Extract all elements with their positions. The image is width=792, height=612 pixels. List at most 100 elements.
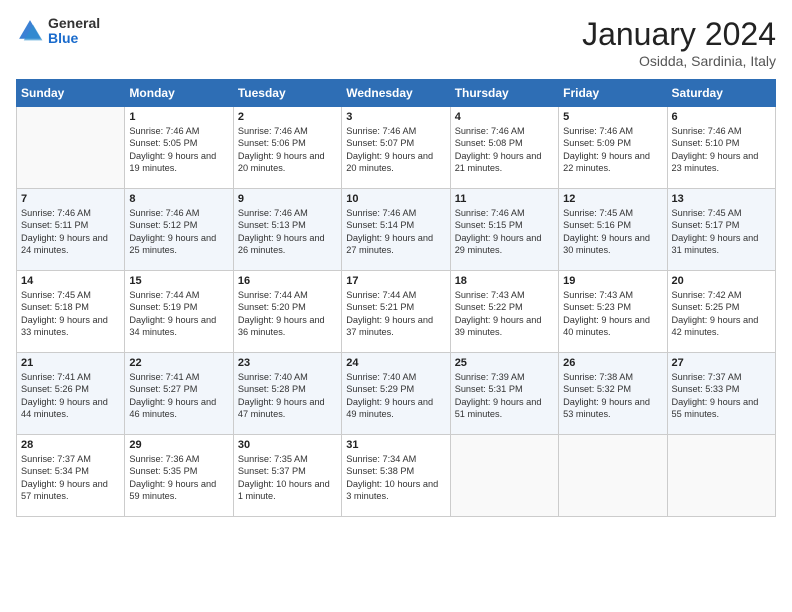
location-title: Osidda, Sardinia, Italy [582, 53, 776, 69]
day-number: 12 [563, 193, 662, 205]
day-info: Sunrise: 7:45 AMSunset: 5:18 PMDaylight:… [21, 289, 120, 339]
calendar-cell: 10Sunrise: 7:46 AMSunset: 5:14 PMDayligh… [342, 189, 450, 271]
calendar-cell: 22 Sunrise: 7:41 AMSunset: 5:27 PMDayligh… [125, 353, 233, 435]
weekday-header: Wednesday [342, 80, 450, 107]
calendar-cell [450, 435, 558, 517]
calendar-cell: 31Sunrise: 7:34 AMSunset: 5:38 PMDayligh… [342, 435, 450, 517]
day-info: Sunrise: 7:46 AMSunset: 5:10 PMDaylight:… [672, 125, 771, 175]
day-info: Sunrise: 7:42 AMSunset: 5:25 PMDaylight:… [672, 289, 771, 339]
calendar-cell [667, 435, 775, 517]
day-info: Sunrise: 7:44 AMSunset: 5:20 PMDaylight:… [238, 289, 337, 339]
day-info: Sunrise: 7:38 AMSunset: 5:32 PMDaylight:… [563, 371, 662, 421]
day-info: Sunrise: 7:37 AMSunset: 5:33 PMDaylight:… [672, 371, 771, 421]
calendar-week-row: 21Sunrise: 7:41 AMSunset: 5:26 PMDayligh… [17, 353, 776, 435]
logo: General Blue [16, 16, 100, 47]
calendar-cell [17, 107, 125, 189]
day-number: 4 [455, 111, 554, 123]
calendar-cell: 24Sunrise: 7:40 AMSunset: 5:29 PMDayligh… [342, 353, 450, 435]
calendar-cell: 4Sunrise: 7:46 AMSunset: 5:08 PMDaylight… [450, 107, 558, 189]
weekday-header: Thursday [450, 80, 558, 107]
calendar-cell: 30Sunrise: 7:35 AMSunset: 5:37 PMDayligh… [233, 435, 341, 517]
day-info: Sunrise: 7:44 AMSunset: 5:21 PMDaylight:… [346, 289, 445, 339]
calendar-cell: 14 Sunrise: 7:45 AMSunset: 5:18 PMDayligh… [17, 271, 125, 353]
day-number: 18 [455, 275, 554, 287]
day-info: Sunrise: 7:46 AMSunset: 5:06 PMDaylight:… [238, 125, 337, 175]
weekday-header: Saturday [667, 80, 775, 107]
day-info: Sunrise: 7:45 AMSunset: 5:16 PMDaylight:… [563, 207, 662, 257]
day-number: 17 [346, 275, 445, 287]
day-info: Sunrise: 7:46 AMSunset: 5:09 PMDaylight:… [563, 125, 662, 175]
calendar-cell: 9 Sunrise: 7:46 AMSunset: 5:13 PMDaylight… [233, 189, 341, 271]
logo-icon [16, 17, 44, 45]
calendar-cell: 19 Sunrise: 7:43 AMSunset: 5:23 PMDayligh… [559, 271, 667, 353]
day-info: Sunrise: 7:45 AMSunset: 5:17 PMDaylight:… [672, 207, 771, 257]
day-number: 3 [346, 111, 445, 123]
day-number: 27 [672, 357, 771, 369]
calendar-cell: 27 Sunrise: 7:37 AMSunset: 5:33 PMDayligh… [667, 353, 775, 435]
day-number: 5 [563, 111, 662, 123]
title-block: January 2024 Osidda, Sardinia, Italy [582, 16, 776, 69]
day-info: Sunrise: 7:46 AMSunset: 5:05 PMDaylight:… [129, 125, 228, 175]
day-number: 1 [129, 111, 228, 123]
calendar-week-row: 1 Sunrise: 7:46 AMSunset: 5:05 PMDaylight… [17, 107, 776, 189]
calendar-cell: 29 Sunrise: 7:36 AMSunset: 5:35 PMDayligh… [125, 435, 233, 517]
day-number: 14 [21, 275, 120, 287]
calendar-week-row: 28 Sunrise: 7:37 AMSunset: 5:34 PMDayligh… [17, 435, 776, 517]
day-info: Sunrise: 7:37 AMSunset: 5:34 PMDaylight:… [21, 453, 120, 503]
day-info: Sunrise: 7:36 AMSunset: 5:35 PMDaylight:… [129, 453, 228, 503]
calendar-cell: 2 Sunrise: 7:46 AMSunset: 5:06 PMDaylight… [233, 107, 341, 189]
day-number: 22 [129, 357, 228, 369]
day-info: Sunrise: 7:46 AMSunset: 5:07 PMDaylight:… [346, 125, 445, 175]
day-number: 28 [21, 439, 120, 451]
day-number: 15 [129, 275, 228, 287]
day-number: 29 [129, 439, 228, 451]
weekday-header: Monday [125, 80, 233, 107]
day-number: 16 [238, 275, 337, 287]
calendar-cell: 17 Sunrise: 7:44 AMSunset: 5:21 PMDayligh… [342, 271, 450, 353]
weekday-header: Friday [559, 80, 667, 107]
logo-blue: Blue [48, 31, 100, 46]
calendar-cell: 16 Sunrise: 7:44 AMSunset: 5:20 PMDayligh… [233, 271, 341, 353]
calendar-cell: 8Sunrise: 7:46 AMSunset: 5:12 PMDaylight… [125, 189, 233, 271]
calendar-cell: 20 Sunrise: 7:42 AMSunset: 5:25 PMDayligh… [667, 271, 775, 353]
logo-text: General Blue [48, 16, 100, 47]
calendar-cell: 23Sunrise: 7:40 AMSunset: 5:28 PMDayligh… [233, 353, 341, 435]
calendar-cell: 12 Sunrise: 7:45 AMSunset: 5:16 PMDayligh… [559, 189, 667, 271]
calendar-cell: 11 Sunrise: 7:46 AMSunset: 5:15 PMDayligh… [450, 189, 558, 271]
logo-general: General [48, 16, 100, 31]
month-title: January 2024 [582, 16, 776, 53]
day-info: Sunrise: 7:44 AMSunset: 5:19 PMDaylight:… [129, 289, 228, 339]
day-number: 11 [455, 193, 554, 205]
calendar-cell: 7Sunrise: 7:46 AMSunset: 5:11 PMDaylight… [17, 189, 125, 271]
day-info: Sunrise: 7:39 AMSunset: 5:31 PMDaylight:… [455, 371, 554, 421]
calendar-cell: 6 Sunrise: 7:46 AMSunset: 5:10 PMDaylight… [667, 107, 775, 189]
day-number: 31 [346, 439, 445, 451]
calendar-cell: 26Sunrise: 7:38 AMSunset: 5:32 PMDayligh… [559, 353, 667, 435]
day-info: Sunrise: 7:43 AMSunset: 5:23 PMDaylight:… [563, 289, 662, 339]
page-header: General Blue January 2024 Osidda, Sardin… [16, 16, 776, 69]
day-info: Sunrise: 7:46 AMSunset: 5:13 PMDaylight:… [238, 207, 337, 257]
day-number: 2 [238, 111, 337, 123]
day-number: 30 [238, 439, 337, 451]
calendar-cell: 28 Sunrise: 7:37 AMSunset: 5:34 PMDayligh… [17, 435, 125, 517]
day-number: 13 [672, 193, 771, 205]
day-number: 20 [672, 275, 771, 287]
calendar-cell: 1 Sunrise: 7:46 AMSunset: 5:05 PMDaylight… [125, 107, 233, 189]
day-info: Sunrise: 7:46 AMSunset: 5:14 PMDaylight:… [346, 207, 445, 257]
day-number: 19 [563, 275, 662, 287]
day-info: Sunrise: 7:40 AMSunset: 5:28 PMDaylight:… [238, 371, 337, 421]
calendar-week-row: 7Sunrise: 7:46 AMSunset: 5:11 PMDaylight… [17, 189, 776, 271]
calendar-cell: 25 Sunrise: 7:39 AMSunset: 5:31 PMDayligh… [450, 353, 558, 435]
weekday-header: Sunday [17, 80, 125, 107]
day-info: Sunrise: 7:43 AMSunset: 5:22 PMDaylight:… [455, 289, 554, 339]
day-number: 25 [455, 357, 554, 369]
day-info: Sunrise: 7:41 AMSunset: 5:27 PMDaylight:… [129, 371, 228, 421]
calendar-cell: 13 Sunrise: 7:45 AMSunset: 5:17 PMDayligh… [667, 189, 775, 271]
day-number: 9 [238, 193, 337, 205]
day-info: Sunrise: 7:46 AMSunset: 5:15 PMDaylight:… [455, 207, 554, 257]
day-info: Sunrise: 7:46 AMSunset: 5:11 PMDaylight:… [21, 207, 120, 257]
day-number: 6 [672, 111, 771, 123]
calendar-cell: 3 Sunrise: 7:46 AMSunset: 5:07 PMDaylight… [342, 107, 450, 189]
calendar-cell: 5 Sunrise: 7:46 AMSunset: 5:09 PMDaylight… [559, 107, 667, 189]
calendar-week-row: 14 Sunrise: 7:45 AMSunset: 5:18 PMDayligh… [17, 271, 776, 353]
